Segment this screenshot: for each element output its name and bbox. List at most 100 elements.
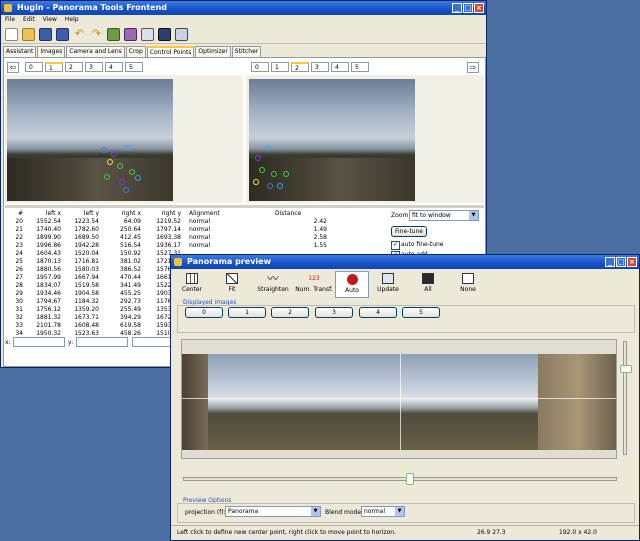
minimize-button[interactable]: _ <box>452 3 462 13</box>
tab-camera-and-lens[interactable]: Camera and Lens <box>66 46 125 57</box>
control-point-marker[interactable] <box>253 179 259 185</box>
col-right-y-header[interactable]: right y <box>143 210 183 218</box>
table-row[interactable]: 22 1899.90 1689.50 412.45 1693.38 normal 2.58 <box>7 234 337 242</box>
save-icon[interactable] <box>39 27 52 41</box>
right-image-tab-5[interactable]: 5 <box>351 62 369 72</box>
col-right-x-header[interactable]: right x <box>101 210 143 218</box>
left-image-tab-3[interactable]: 3 <box>85 62 103 72</box>
auto-tool-button[interactable]: Auto <box>335 271 369 298</box>
projection-select[interactable]: Panorama ▼ <box>225 506 321 517</box>
preview-close-button[interactable]: × <box>627 257 637 267</box>
undo-icon[interactable]: ↶ <box>73 27 86 41</box>
image-toggle-2[interactable]: 2 <box>271 307 309 318</box>
col-alignment-header[interactable]: Alignment <box>183 210 247 218</box>
zoom-select[interactable]: fit to window ▼ <box>409 210 479 221</box>
pitch-slider-thumb[interactable] <box>620 365 632 373</box>
col-left-x-header[interactable]: left x <box>25 210 63 218</box>
straighten-tool-button[interactable]: 〰 Straighten <box>253 269 293 293</box>
yaw-slider-thumb[interactable] <box>406 473 414 485</box>
left-image-tab-0[interactable]: 0 <box>25 62 43 72</box>
right-image-tab-4[interactable]: 4 <box>331 62 349 72</box>
control-point-marker[interactable] <box>117 163 123 169</box>
right-image-tab-1[interactable]: 1 <box>271 62 289 72</box>
update-tool-button[interactable]: Update <box>371 269 405 293</box>
control-point-marker[interactable] <box>129 169 135 175</box>
left-image-tab-2[interactable]: 2 <box>65 62 83 72</box>
blend-mode-select[interactable]: normal ▼ <box>361 506 405 517</box>
tab-images[interactable]: Images <box>37 46 66 57</box>
control-point-marker[interactable] <box>277 183 283 189</box>
col-distance-header[interactable]: Distance <box>247 210 337 218</box>
num-transform-tool-button[interactable]: 123 Num. Transf. <box>293 269 335 293</box>
image-toggle-0[interactable]: 0 <box>185 307 223 318</box>
menu-help[interactable]: Help <box>65 15 79 25</box>
tab-crop[interactable]: Crop <box>125 46 146 57</box>
left-y-field[interactable] <box>76 337 128 347</box>
menu-file[interactable]: File <box>5 15 15 25</box>
right-x-field[interactable] <box>132 337 172 347</box>
tab-assistant[interactable]: Assistant <box>3 46 37 57</box>
right-image[interactable] <box>249 79 415 201</box>
new-project-icon[interactable] <box>5 27 18 41</box>
left-x-field[interactable] <box>13 337 65 347</box>
tab-stitcher[interactable]: Stitcher <box>231 46 262 57</box>
control-point-marker[interactable] <box>104 174 110 180</box>
control-point-marker[interactable] <box>107 159 113 165</box>
menu-edit[interactable]: Edit <box>23 15 35 25</box>
col-index-header[interactable]: # <box>7 210 25 218</box>
control-point-marker[interactable] <box>283 171 289 177</box>
save-as-icon[interactable] <box>56 27 69 41</box>
right-next-arrow-icon[interactable]: ⇨ <box>467 62 479 73</box>
control-point-marker[interactable] <box>123 187 129 193</box>
pitch-slider[interactable] <box>623 341 627 455</box>
control-point-marker[interactable] <box>111 151 117 157</box>
left-image[interactable] <box>7 79 173 201</box>
control-point-marker[interactable] <box>267 183 273 189</box>
none-tool-button[interactable]: None <box>451 269 485 293</box>
control-point-marker[interactable] <box>119 179 125 185</box>
fine-tune-button[interactable]: Fine-tune <box>391 226 427 237</box>
table-row[interactable]: 20 1552.54 1223.54 64.09 1219.52 normal 2.42 <box>7 218 337 226</box>
optimize-icon[interactable] <box>141 27 154 41</box>
yaw-slider[interactable] <box>183 477 617 481</box>
panel-splitter[interactable] <box>5 205 484 208</box>
menu-view[interactable]: View <box>43 15 57 25</box>
image-toggle-4[interactable]: 4 <box>359 307 397 318</box>
table-row[interactable]: 21 1740.40 1782.60 250.64 1797.14 normal 1.49 <box>7 226 337 234</box>
control-point-marker[interactable] <box>135 175 141 181</box>
control-point-marker[interactable] <box>101 147 107 153</box>
right-image-tab-0[interactable]: 0 <box>251 62 269 72</box>
auto-fine-tune-checkbox[interactable]: ✓ <box>391 241 400 250</box>
add-image-icon[interactable] <box>107 27 120 41</box>
left-image-tab-4[interactable]: 4 <box>105 62 123 72</box>
control-point-marker[interactable] <box>259 167 265 173</box>
left-image-tab-5[interactable]: 5 <box>125 62 143 72</box>
panorama-canvas[interactable] <box>181 339 617 459</box>
close-button[interactable]: × <box>474 3 484 13</box>
preview-icon[interactable] <box>158 27 171 41</box>
tab-optimizer[interactable]: Optimizer <box>195 46 231 57</box>
table-row[interactable]: 23 1996.86 1942.28 516.54 1936.17 normal 1.55 <box>7 242 337 250</box>
all-tool-button[interactable]: All <box>411 269 445 293</box>
image-toggle-1[interactable]: 1 <box>228 307 266 318</box>
col-left-y-header[interactable]: left y <box>63 210 101 218</box>
maximize-button[interactable]: □ <box>463 3 473 13</box>
image-toggle-3[interactable]: 3 <box>315 307 353 318</box>
redo-icon[interactable]: ↷ <box>90 27 103 41</box>
image-toggle-5[interactable]: 5 <box>402 307 440 318</box>
center-tool-button[interactable]: Center <box>175 269 209 293</box>
left-image-tab-1[interactable]: 1 <box>45 62 63 72</box>
right-image-tab-2[interactable]: 2 <box>291 62 309 72</box>
add-time-series-icon[interactable] <box>124 27 137 41</box>
control-point-marker[interactable] <box>265 145 271 151</box>
fast-preview-icon[interactable] <box>175 27 188 41</box>
control-point-marker[interactable] <box>125 145 131 151</box>
preview-minimize-button[interactable]: _ <box>605 257 615 267</box>
open-icon[interactable] <box>22 27 35 41</box>
preview-maximize-button[interactable]: □ <box>616 257 626 267</box>
fit-tool-button[interactable]: Fit <box>215 269 249 293</box>
right-image-tab-3[interactable]: 3 <box>311 62 329 72</box>
control-point-marker[interactable] <box>271 171 277 177</box>
left-prev-arrow-icon[interactable]: ⇦ <box>7 62 19 73</box>
control-point-marker[interactable] <box>255 155 261 161</box>
